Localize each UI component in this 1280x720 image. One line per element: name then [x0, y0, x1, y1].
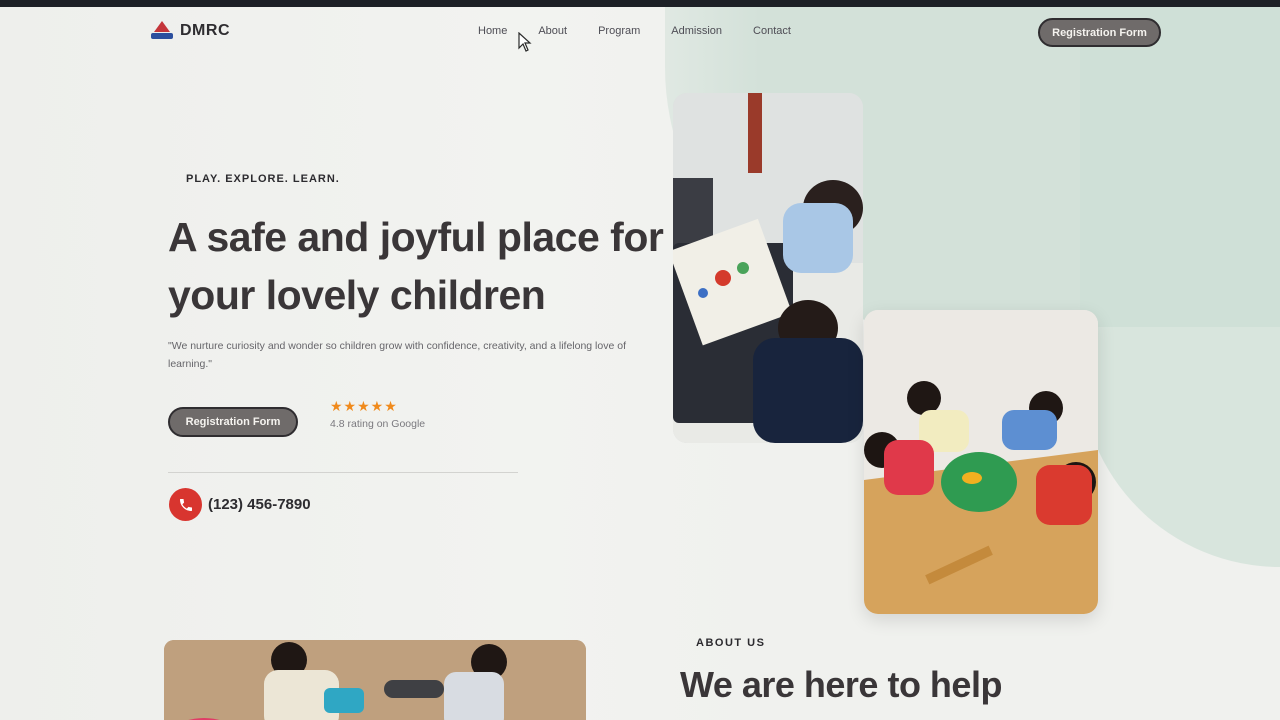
hero-photo-group-play: [864, 310, 1098, 614]
phone-contact[interactable]: (123) 456-7890: [169, 488, 311, 521]
mouse-cursor-icon: [518, 32, 532, 52]
hero-registration-button[interactable]: Registration Form: [168, 407, 298, 437]
phone-icon: [169, 488, 202, 521]
about-title: We are here to help: [680, 664, 1002, 705]
hero-title: A safe and joyful place for your lovely …: [168, 214, 664, 318]
nav-about[interactable]: About: [538, 25, 567, 37]
hero-photo-painting: [673, 93, 863, 443]
nav-admission[interactable]: Admission: [671, 25, 722, 37]
about-photo-children-outdoor: [164, 640, 586, 720]
nav-home[interactable]: Home: [478, 25, 507, 37]
nav-registration-button[interactable]: Registration Form: [1038, 18, 1161, 47]
background-blob-right: [1080, 7, 1280, 567]
rating-stars-icon: ★★★★★: [330, 398, 398, 414]
hero-eyebrow: PLAY. EXPLORE. LEARN.: [186, 173, 340, 185]
about-eyebrow: ABOUT US: [696, 637, 766, 649]
screen-bezel: [0, 0, 1280, 7]
phone-number: (123) 456-7890: [208, 496, 311, 513]
logo-icon: [150, 20, 174, 42]
hero-quote: "We nurture curiosity and wonder so chil…: [168, 340, 626, 370]
rating-text: 4.8 rating on Google: [330, 418, 426, 430]
hero-divider: [168, 472, 518, 473]
nav-contact[interactable]: Contact: [753, 25, 791, 37]
google-rating: ★★★★★ 4.8 rating on Google: [330, 398, 425, 430]
brand-name: DMRC: [180, 22, 230, 39]
nav-program[interactable]: Program: [598, 25, 640, 37]
brand-logo[interactable]: DMRC: [150, 20, 230, 42]
